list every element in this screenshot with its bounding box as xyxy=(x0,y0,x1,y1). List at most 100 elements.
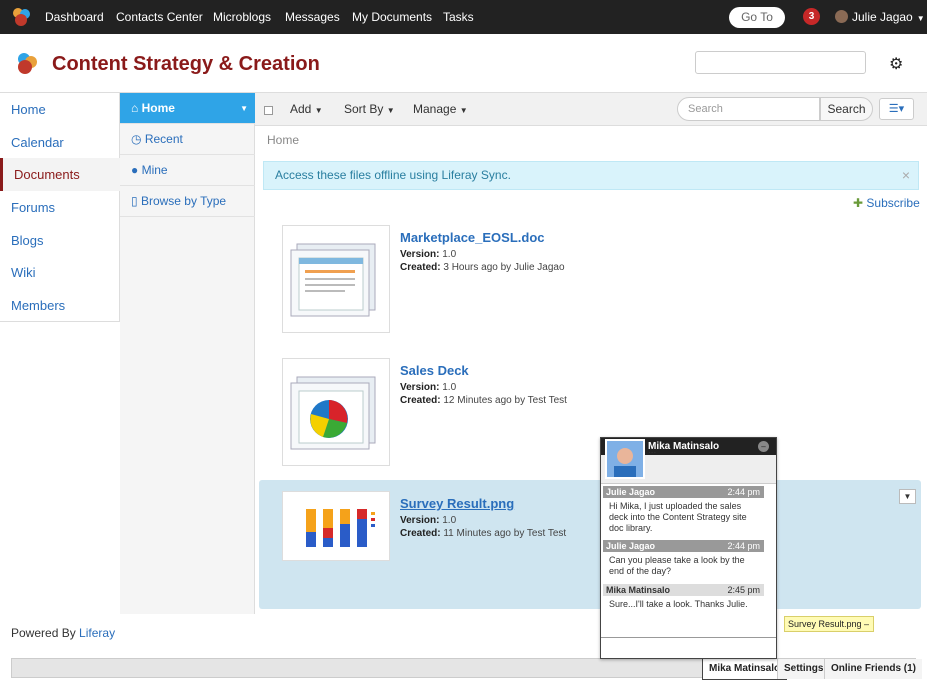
created-label: Created: xyxy=(400,262,441,273)
version-value: 1.0 xyxy=(442,515,457,526)
select-all-checkbox[interactable] xyxy=(264,106,273,115)
dock-settings[interactable]: Settings xyxy=(777,659,830,679)
docnav-label: Browse by Type xyxy=(140,194,227,208)
sync-alert: Access these files offline using Liferay… xyxy=(263,161,919,190)
documents-search-input[interactable]: Search xyxy=(677,97,820,121)
top-bar: Dashboard Contacts Center Microblogs Mes… xyxy=(0,0,927,34)
document-title[interactable]: Sales Deck xyxy=(400,363,469,378)
message-sender: Julie Jagao xyxy=(606,487,656,497)
version-label: Version: xyxy=(400,515,440,526)
docnav-label: Home xyxy=(141,101,175,115)
message-text: Can you please take a look by the end of… xyxy=(609,555,745,576)
nav-my-documents[interactable]: My Documents xyxy=(352,10,432,24)
document-meta: Version: 1.0 Created: 12 Minutes ago by … xyxy=(400,381,567,407)
drag-tooltip: Survey Result.png – xyxy=(784,616,874,632)
avatar xyxy=(835,10,848,23)
gear-icon[interactable]: ⚙ xyxy=(889,54,903,74)
caret-down-icon: ▼ xyxy=(386,106,395,115)
powered-by-text: Powered By xyxy=(11,626,76,640)
version-label: Version: xyxy=(400,249,440,260)
site-navigation: Home Calendar Documents Forums Blogs Wik… xyxy=(0,93,120,321)
notification-badge[interactable]: 3 xyxy=(803,8,820,25)
subscribe-icon: ✚ xyxy=(853,196,864,210)
nav-item-blogs[interactable]: Blogs xyxy=(0,224,120,257)
created-value: 11 Minutes ago by Test Test xyxy=(443,528,567,539)
image-preview-icon xyxy=(283,492,389,560)
document-thumbnail[interactable] xyxy=(282,225,390,333)
message-text: Hi Mika, I just uploaded the sales deck … xyxy=(609,501,747,533)
subscribe-label: Subscribe xyxy=(866,196,920,210)
home-icon: ⌂ xyxy=(131,101,142,115)
nav-item-home[interactable]: Home xyxy=(0,93,120,126)
nav-item-wiki[interactable]: Wiki xyxy=(0,256,120,289)
dock-online-friends[interactable]: Online Friends (1) xyxy=(824,659,923,679)
document-actions-button[interactable]: ▼ xyxy=(899,489,916,504)
search-button[interactable]: Search xyxy=(820,97,873,121)
docnav-home[interactable]: ⌂ Home ▼ xyxy=(120,93,255,124)
docnav-browse-by-type[interactable]: ▯ Browse by Type xyxy=(120,186,255,217)
footer: Powered By Liferay xyxy=(11,626,115,640)
go-to-button[interactable]: Go To xyxy=(729,7,785,28)
chat-dockbar: Mika Matinsalo Settings Online Friends (… xyxy=(11,658,923,680)
nav-item-documents[interactable]: Documents xyxy=(0,158,120,191)
nav-contacts-center[interactable]: Contacts Center xyxy=(116,10,203,24)
version-value: 1.0 xyxy=(442,382,457,393)
chat-window: Mika Matinsalo – ... Julie Jagao 2:44 pm … xyxy=(600,437,777,659)
subscribe-link[interactable]: ✚ Subscribe xyxy=(853,196,920,210)
nav-item-members[interactable]: Members xyxy=(0,289,120,322)
chat-message-input[interactable] xyxy=(601,637,776,658)
nav-microblogs[interactable]: Microblogs xyxy=(213,10,271,24)
message-time: 2:44 pm xyxy=(727,487,760,497)
nav-tasks[interactable]: Tasks xyxy=(443,10,474,24)
caret-down-icon: ▼ xyxy=(240,104,248,113)
document-title[interactable]: Survey Result.png xyxy=(400,496,514,511)
caret-down-icon: ▼ xyxy=(916,14,925,23)
avatar xyxy=(605,439,645,479)
user-name: Julie Jagao xyxy=(852,10,913,24)
document-thumbnail[interactable] xyxy=(282,358,390,466)
docnav-recent[interactable]: ◷ Recent xyxy=(120,124,255,155)
list-icon: ☰▾ xyxy=(888,103,905,115)
created-label: Created: xyxy=(400,395,441,406)
docnav-mine[interactable]: ● Mine xyxy=(120,155,255,186)
message-time: 2:45 pm xyxy=(727,585,760,595)
breadcrumb[interactable]: Home xyxy=(267,133,299,147)
docnav-label: Mine xyxy=(141,163,168,177)
message-text: Sure...I'll take a look. Thanks Julie. xyxy=(609,599,748,609)
file-icon: ▯ xyxy=(131,194,141,208)
caret-down-icon: ▼ xyxy=(903,492,912,501)
manage-button[interactable]: Manage ▼ xyxy=(413,102,468,116)
presentation-icon xyxy=(290,376,376,450)
created-label: Created: xyxy=(400,528,441,539)
message-header: Mika Matinsalo 2:45 pm xyxy=(603,584,764,596)
sort-by-button[interactable]: Sort By ▼ xyxy=(344,102,395,116)
display-style-button[interactable]: ☰▾ xyxy=(879,98,914,120)
alert-text: Access these files offline using Liferay… xyxy=(275,168,511,182)
document-icon xyxy=(290,243,376,317)
divider xyxy=(0,321,120,322)
liferay-link[interactable]: Liferay xyxy=(79,626,115,640)
minimize-icon[interactable]: – xyxy=(758,441,769,452)
nav-dashboard[interactable]: Dashboard xyxy=(45,10,104,24)
add-label: Add xyxy=(290,102,312,116)
nav-item-calendar[interactable]: Calendar xyxy=(0,126,120,159)
message-time: 2:44 pm xyxy=(727,541,760,551)
site-logo-icon xyxy=(18,53,37,74)
page-title: Content Strategy & Creation xyxy=(52,53,320,75)
document-meta: Version: 1.0 Created: 11 Minutes ago by … xyxy=(400,514,566,540)
close-icon[interactable]: × xyxy=(902,162,910,189)
user-menu[interactable]: Julie Jagao ▼ xyxy=(835,10,925,24)
nav-item-forums[interactable]: Forums xyxy=(0,191,120,224)
document-thumbnail[interactable] xyxy=(282,491,390,561)
sort-by-label: Sort By xyxy=(344,102,384,116)
dock-chat-tab[interactable]: Mika Matinsalo xyxy=(702,659,788,680)
nav-messages[interactable]: Messages xyxy=(285,10,340,24)
version-value: 1.0 xyxy=(442,249,457,260)
header-search-input[interactable] xyxy=(695,51,866,74)
document-title[interactable]: Marketplace_EOSL.doc xyxy=(400,230,545,245)
docnav-label: Recent xyxy=(144,132,183,146)
liferay-logo-icon[interactable] xyxy=(10,6,32,28)
created-value: 12 Minutes ago by Test Test xyxy=(443,395,567,406)
add-button[interactable]: Add ▼ xyxy=(290,102,323,116)
caret-down-icon: ▼ xyxy=(459,106,468,115)
